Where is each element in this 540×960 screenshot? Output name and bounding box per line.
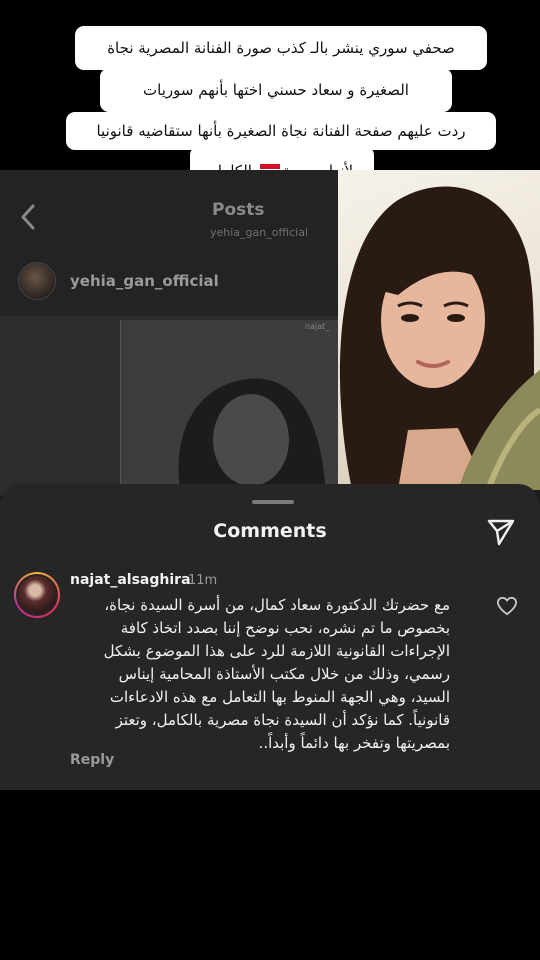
comments-title: Comments	[213, 520, 327, 542]
posts-panel: Posts yehia_gan_official yehia_gan_offic…	[0, 170, 338, 496]
comment-username[interactable]: najat_alsaghira	[70, 572, 191, 588]
post-tag: najat_	[305, 322, 330, 331]
portrait-photo	[338, 170, 540, 490]
chevron-left-icon[interactable]	[18, 202, 38, 232]
post-avatar[interactable]	[18, 262, 56, 300]
comment-time: 11m	[188, 573, 218, 588]
caption-line-2: الصغيرة و سعاد حسني اختها بأنهم سوريات	[100, 68, 452, 112]
caption-line-3: ردت عليهم صفحة الفنانة نجاة الصغيرة بأنه…	[66, 112, 496, 150]
caption-text-3: ردت عليهم صفحة الفنانة نجاة الصغيرة بأنه…	[96, 122, 466, 140]
drag-handle[interactable]	[252, 500, 294, 504]
commenter-avatar[interactable]	[14, 572, 60, 618]
post-username[interactable]: yehia_gan_official	[70, 272, 219, 290]
caption-text-2: الصغيرة و سعاد حسني اختها بأنهم سوريات	[143, 81, 409, 99]
comment-text: مع حضرتك الدكتورة سعاد كمال، من أسرة الس…	[103, 596, 450, 752]
posts-username: yehia_gan_official	[210, 226, 309, 239]
post-inner-image	[120, 320, 338, 496]
caption-line-1: صحفي سوري ينشر بالـ كذب صورة الفنانة الم…	[75, 26, 487, 70]
posts-title: Posts	[212, 200, 265, 220]
instagram-screenshot: Posts yehia_gan_official yehia_gan_offic…	[0, 170, 540, 790]
reply-button[interactable]: Reply	[70, 752, 114, 768]
heart-icon[interactable]	[496, 596, 518, 616]
comments-sheet: Comments najat_alsaghira 11m مع حضرتك ال…	[0, 484, 540, 790]
send-icon[interactable]	[486, 517, 516, 547]
caption-text-1: صحفي سوري ينشر بالـ كذب صورة الفنانة الم…	[107, 39, 455, 57]
